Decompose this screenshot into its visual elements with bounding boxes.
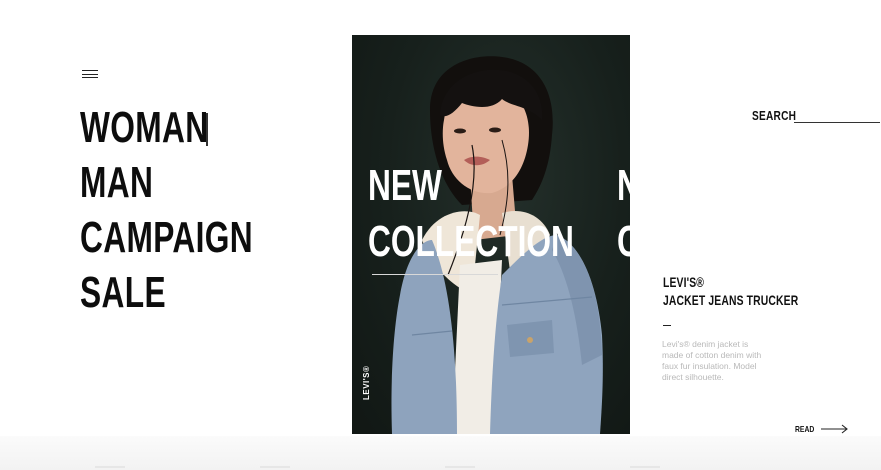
nav-item-man[interactable]: MAN	[80, 159, 320, 214]
category-nav: WOMAN MAN CAMPAIGN SALE	[80, 104, 320, 324]
title-divider	[372, 274, 498, 275]
product-brand-text: LEVI'S®	[663, 274, 705, 290]
next-slide-title-line1: NEW	[617, 158, 630, 214]
product-brand: LEVI'S®	[663, 274, 719, 290]
model-photo	[391, 56, 603, 434]
search-input[interactable]	[794, 108, 880, 123]
strip-mark	[445, 466, 475, 468]
search-label-text: SEARCH	[752, 108, 797, 123]
product-name: JACKET JEANS TRUCKER	[663, 292, 846, 308]
hamburger-bar	[82, 73, 98, 75]
product-description: Levi's® denim jacket is made of cotton d…	[662, 339, 762, 382]
strip-mark	[95, 466, 125, 468]
arrow-right-icon	[821, 424, 848, 434]
nav-item-label: WOMAN	[80, 103, 209, 152]
nav-item-sale[interactable]: SALE	[80, 269, 320, 324]
next-slide-title-line2: COLLECTION	[617, 214, 630, 268]
nav-item-label: SALE	[80, 268, 166, 317]
hamburger-bar	[82, 70, 98, 72]
nav-item-label: CAMPAIGN	[80, 213, 254, 262]
active-indicator	[206, 113, 208, 146]
strip-mark	[630, 466, 660, 468]
nav-item-label: MAN	[80, 158, 154, 207]
hamburger-icon[interactable]	[82, 70, 98, 79]
hamburger-bar	[82, 77, 98, 79]
nav-item-woman[interactable]: WOMAN	[80, 104, 320, 159]
strip-mark	[260, 466, 290, 468]
vertical-brand-label: LEVI'S®	[362, 365, 371, 400]
bottom-fade-strip	[0, 436, 881, 470]
hero-photo-card[interactable]	[352, 35, 630, 434]
product-divider	[663, 325, 671, 327]
next-slide-title: NEW COLLECTION	[617, 158, 630, 268]
nav-item-campaign[interactable]: CAMPAIGN	[80, 214, 320, 269]
product-name-text: JACKET JEANS TRUCKER	[663, 292, 799, 308]
read-label: READ	[795, 424, 819, 434]
read-label-text: READ	[795, 424, 815, 434]
